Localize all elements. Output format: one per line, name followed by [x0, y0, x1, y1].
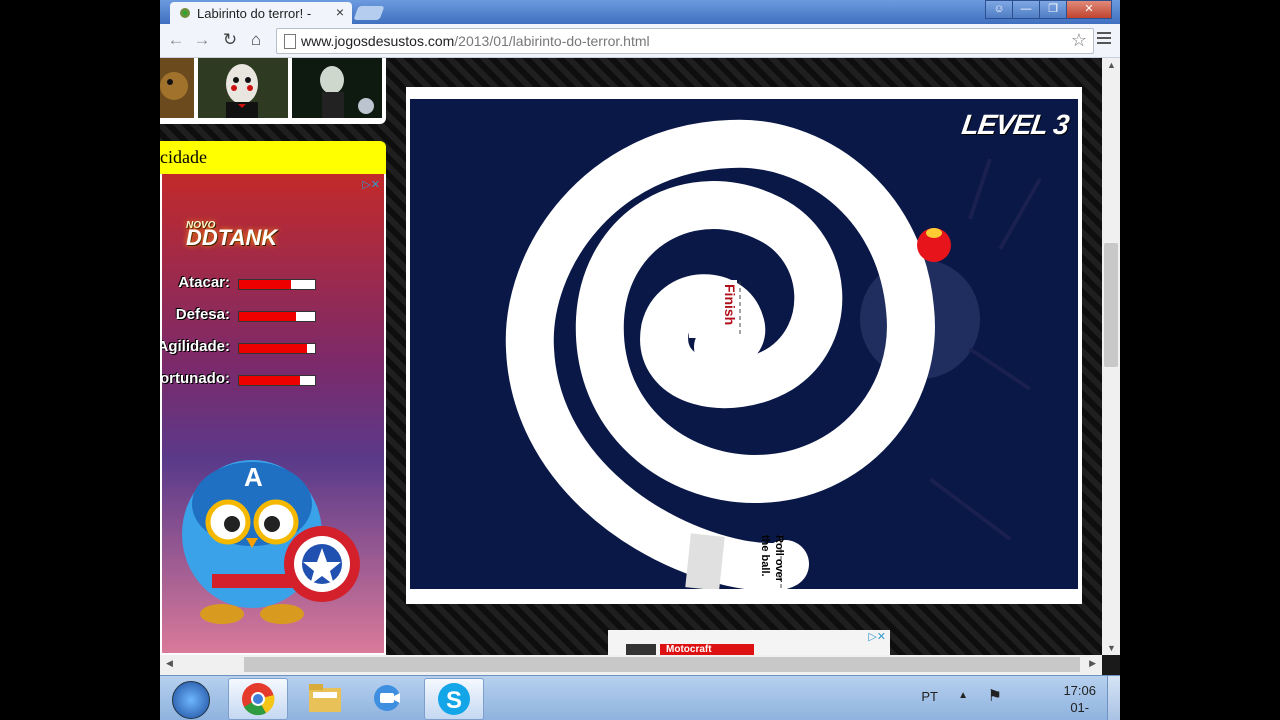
stat-label: Defesa: — [175, 306, 230, 323]
ad-stat-agilidade: Agilidade: — [160, 338, 384, 358]
thumbnail-freddy[interactable] — [160, 58, 194, 118]
level-indicator: LEVEL 3 — [959, 109, 1071, 140]
svg-text:A: A — [244, 462, 263, 492]
show-desktop-button[interactable] — [1107, 676, 1120, 720]
site-favicon-icon — [180, 8, 190, 18]
reload-icon[interactable]: ↻ — [220, 30, 240, 50]
taskbar-video-call[interactable] — [360, 678, 418, 718]
scroll-up-arrow-icon[interactable]: ▲ — [1107, 60, 1116, 70]
address-bar[interactable]: www.jogosdesustos.com/2013/01/labirinto-… — [276, 28, 1094, 54]
tab-title: Labirinto do terror! - — [197, 6, 312, 21]
chrome-menu-icon[interactable] — [1097, 32, 1111, 47]
ball-highlight — [926, 228, 942, 238]
stat-bar — [238, 311, 316, 322]
ad-close-icon[interactable]: ▷✕ — [362, 178, 380, 191]
sidebar-header: cidade — [160, 141, 386, 174]
screen: Labirinto do terror! - × ☺ — ❐ ✕ ← → ↻ ⌂… — [160, 0, 1120, 720]
captain-owl-character-icon: A — [182, 460, 360, 624]
stat-fill — [239, 280, 291, 289]
stat-bar — [238, 279, 316, 290]
web-page: cidade ▷✕ NOVO DDTANK Atacar: Defesa: Agi… — [160, 58, 1102, 655]
language-indicator[interactable]: PT — [921, 689, 938, 704]
finish-label: Finish — [722, 284, 738, 326]
scroll-left-arrow-icon[interactable]: ◀ — [166, 658, 173, 669]
skype-icon: S — [438, 683, 470, 715]
game-canvas[interactable]: LEVEL 3 Finish Roll over the ball. — [410, 99, 1078, 589]
new-tab-button[interactable] — [353, 6, 385, 20]
clock-date: 01-03-2015 — [1070, 700, 1090, 720]
scroll-down-arrow-icon[interactable]: ▼ — [1107, 643, 1116, 653]
chrome-icon — [242, 683, 275, 716]
windows-taskbar: S PT ▲ ⚑ 17:06 01-03-2015 — [160, 675, 1120, 720]
url-text: www.jogosdesustos.com/2013/01/labirinto-… — [301, 33, 650, 49]
forward-arrow-icon[interactable]: → — [192, 30, 212, 50]
ad-stat-defesa: Defesa: — [162, 306, 384, 326]
back-arrow-icon[interactable]: ← — [166, 30, 186, 50]
browser-tab[interactable]: Labirinto do terror! - × — [170, 2, 352, 24]
tab-strip: Labirinto do terror! - × ☺ — ❐ ✕ — [160, 0, 1120, 24]
bottom-ad-close-icon[interactable]: ▷✕ — [868, 630, 886, 643]
action-center-flag-icon[interactable]: ⚑ — [988, 686, 1002, 706]
ad-stat-atacar: Atacar: — [162, 274, 384, 294]
ddtank-ad[interactable]: ▷✕ NOVO DDTANK Atacar: Defesa: Agilidade:… — [160, 174, 386, 655]
start-button-icon[interactable] — [172, 681, 210, 719]
ad-logo-main: DDTANK — [186, 225, 278, 250]
bottom-ad[interactable]: ▷✕ Motocraft — [608, 630, 890, 655]
related-games-thumbnails — [160, 58, 386, 124]
folder-icon — [309, 684, 341, 712]
game-frame: LEVEL 3 Finish Roll over the ball. — [406, 87, 1082, 604]
stat-bar — [238, 375, 316, 386]
browser-toolbar: ← → ↻ ⌂ www.jogosdesustos.com/2013/01/la… — [160, 24, 1120, 58]
bookmark-star-icon[interactable]: ☆ — [1071, 30, 1087, 51]
horizontal-scroll-thumb[interactable] — [244, 657, 1080, 672]
page-icon — [284, 34, 296, 49]
url-path: /2013/01/labirinto-do-terror.html — [454, 33, 650, 49]
bottom-ad-label: Motocraft — [660, 644, 754, 655]
stat-label: Atacar: — [178, 274, 230, 291]
taskbar-chrome[interactable] — [228, 678, 288, 720]
taskbar-skype[interactable]: S — [424, 678, 484, 720]
scroll-right-arrow-icon[interactable]: ▶ — [1089, 658, 1096, 669]
clock[interactable]: 17:06 01-03-2015 — [1063, 682, 1096, 720]
user-icon[interactable]: ☺ — [985, 0, 1013, 19]
thumbnail-slender[interactable] — [292, 58, 382, 118]
start-pad — [685, 533, 725, 589]
stat-label: Afortunado: — [160, 370, 230, 387]
svg-text:S: S — [446, 687, 462, 714]
bottom-ad-logo — [626, 644, 656, 655]
video-camera-icon — [374, 685, 400, 711]
stat-fill — [239, 312, 296, 321]
clock-time: 17:06 — [1063, 683, 1096, 698]
stat-fill — [239, 344, 308, 353]
sidebar-header-text: cidade — [160, 147, 207, 167]
spiral-maze-path — [505, 119, 935, 589]
tab-close-icon[interactable]: × — [336, 4, 344, 20]
stat-label: Agilidade: — [160, 338, 230, 355]
vertical-scrollbar[interactable]: ▲ ▼ — [1102, 58, 1120, 655]
stat-fill — [239, 376, 300, 385]
ad-stat-afortunado: Afortunado: — [160, 370, 384, 390]
minimize-button[interactable]: — — [1012, 0, 1040, 19]
vertical-scroll-thumb[interactable] — [1104, 243, 1118, 367]
show-hidden-icons-icon[interactable]: ▲ — [958, 690, 968, 701]
start-hint: Roll over the ball. — [759, 535, 785, 583]
url-domain: www.jogosdesustos.com — [301, 33, 455, 49]
stat-bar — [238, 343, 316, 354]
maze-svg — [505, 119, 1042, 589]
home-icon[interactable]: ⌂ — [246, 30, 266, 50]
horizontal-scrollbar[interactable]: ◀ ▶ — [160, 655, 1102, 675]
thumbnail-jigsaw[interactable] — [198, 58, 288, 118]
window-controls: ☺ — ❐ ✕ — [985, 0, 1112, 19]
ad-logo: NOVO DDTANK — [186, 220, 277, 251]
close-window-button[interactable]: ✕ — [1066, 0, 1112, 19]
maximize-button[interactable]: ❐ — [1039, 0, 1067, 19]
taskbar-explorer[interactable] — [296, 678, 354, 718]
